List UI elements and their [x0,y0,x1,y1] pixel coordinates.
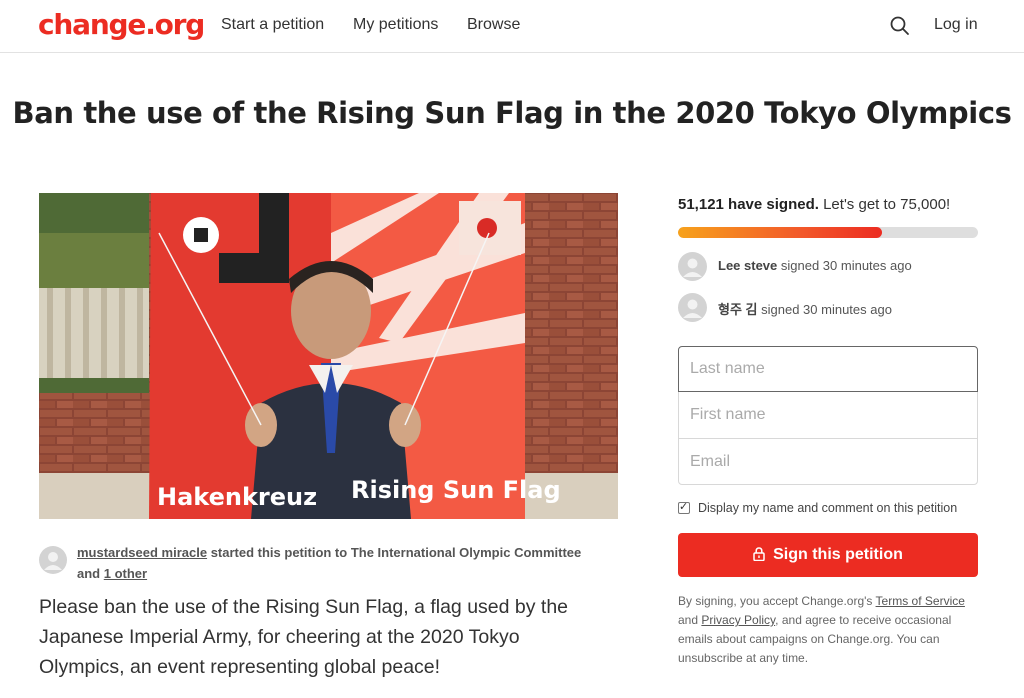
lock-icon [753,547,765,561]
petition-starter-info: mustardseed miracle started this petitio… [77,542,607,584]
signer-name: Lee steve [718,258,778,273]
petition-image: Hakenkreuz Rising Sun Flag [39,193,618,519]
sign-button-label: Sign this petition [773,546,903,563]
signer-name: 형주 김 [718,302,758,317]
legal-text-1: By signing, you accept Change.org's [678,594,873,608]
last-name-input[interactable] [678,346,978,392]
signature-progress-bar [678,227,978,238]
change-org-logo[interactable]: change.org [38,8,205,41]
signer-action: signed 30 minutes ago [761,302,892,317]
signer-avatar [678,252,707,281]
email-input[interactable] [678,438,978,485]
petition-description: Please ban the use of the Rising Sun Fla… [39,596,569,678]
starter-name-link[interactable]: mustardseed miracle [77,545,207,560]
petition-title: Ban the use of the Rising Sun Flag in th… [12,96,1012,130]
legal-notice: By signing, you accept Change.org's Term… [678,592,978,668]
search-icon[interactable] [888,14,912,38]
sign-petition-button[interactable]: Sign this petition [678,533,978,577]
starter-avatar[interactable] [39,546,67,574]
nav-my-petitions[interactable]: My petitions [353,16,438,34]
and-text: and [77,566,101,581]
nav-start-petition[interactable]: Start a petition [221,16,324,34]
nav-browse[interactable]: Browse [467,16,520,34]
image-caption-hakenkreuz: Hakenkreuz [157,483,317,511]
signed-count-text: 51,121 have signed. [678,196,819,213]
signer-action: signed 30 minutes ago [780,258,912,273]
progress-fill [678,227,883,238]
goal-text: Let's get to 75,000! [823,196,951,213]
image-caption-rising-sun: Rising Sun Flag [351,476,561,504]
login-link[interactable]: Log in [934,16,978,34]
display-name-checkbox[interactable]: ✓ [678,501,690,514]
signer-avatar [678,293,707,322]
signature-count: 51,121 have signed. Let's get to 75,000! [678,196,950,213]
starter-text: started this petition to [210,545,348,560]
display-name-label[interactable]: Display my name and comment on this peti… [698,501,957,515]
legal-text-2: and [678,613,699,627]
terms-of-service-link[interactable]: Terms of Service [876,594,965,608]
recipient-name: The International Olympic Committee [350,545,582,560]
other-recipients-link[interactable]: 1 other [104,566,147,581]
first-name-input[interactable] [678,392,978,439]
privacy-policy-link[interactable]: Privacy Policy [701,613,775,627]
top-navigation-bar: change.org Start a petition My petitions… [0,0,1024,53]
